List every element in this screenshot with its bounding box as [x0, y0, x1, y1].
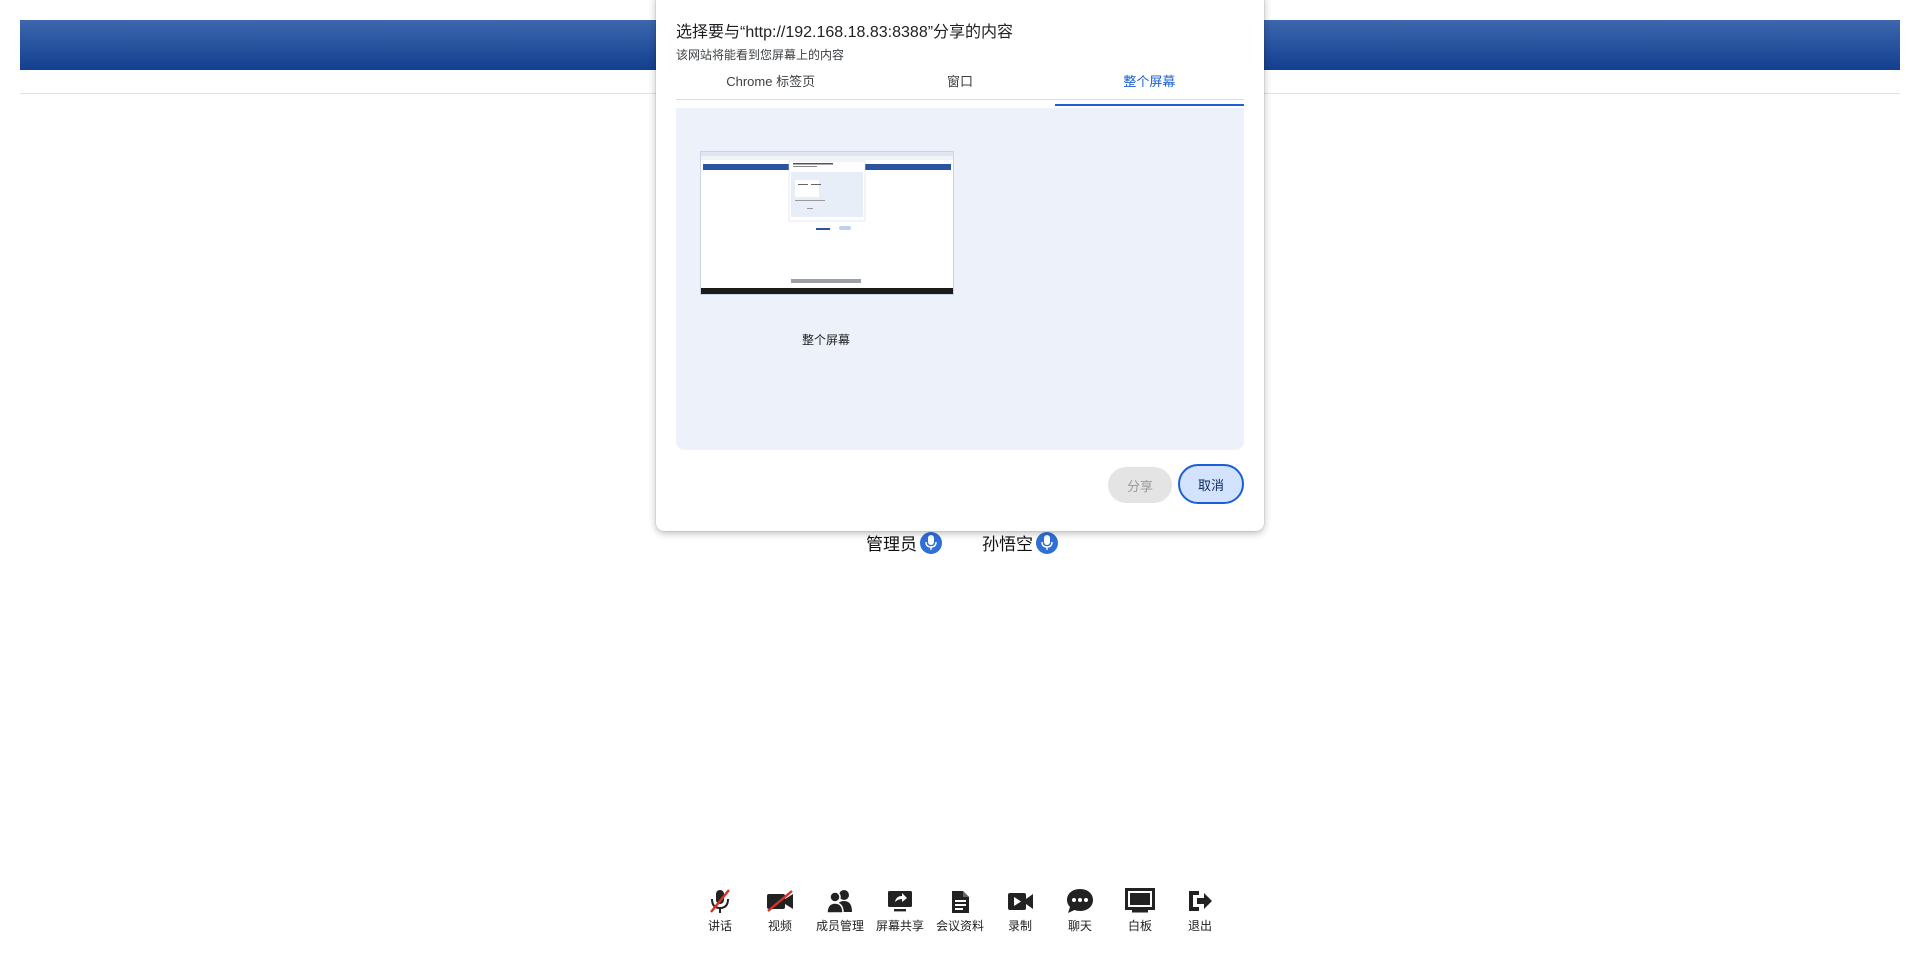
screen-share-button[interactable]: 屏幕共享: [870, 887, 930, 934]
participant-list: 管理员 孙悟空: [866, 530, 1058, 555]
chat-button[interactable]: 聊天: [1050, 887, 1110, 934]
meeting-page: 管理员 孙悟空 讲话 视频 成员管理 屏幕共享 会议资料 录制 聊天 白板 退出…: [0, 0, 1920, 953]
exit-icon: [1185, 887, 1215, 915]
record-label: 录制: [1007, 919, 1032, 933]
participant-name: 孙悟空: [982, 535, 1033, 554]
users-icon: [825, 887, 855, 915]
dialog-title: 选择要与“http://192.168.18.83:8388”分享的内容: [676, 24, 1014, 41]
dialog-subtitle: 该网站将能看到您屏幕上的内容: [676, 48, 845, 62]
record-button[interactable]: 录制: [990, 887, 1050, 934]
tab-window[interactable]: 窗口: [865, 72, 1054, 99]
source-tabs: Chrome 标签页 窗口 整个屏幕: [676, 72, 1245, 106]
chat-label: 聊天: [1067, 919, 1092, 933]
whiteboard-label: 白板: [1127, 919, 1152, 933]
members-label: 成员管理: [815, 919, 864, 933]
whiteboard-button[interactable]: 白板: [1110, 887, 1170, 934]
mic-icon: [1036, 531, 1058, 554]
screen-share-icon: [885, 887, 915, 915]
screen-source-pane: 整个屏幕: [676, 108, 1244, 450]
cancel-button[interactable]: 取消: [1178, 464, 1244, 504]
documents-label: 会议资料: [935, 919, 984, 933]
screen-share-label: 屏幕共享: [875, 919, 924, 933]
share-screen-dialog: 选择要与“http://192.168.18.83:8388”分享的内容 该网站…: [656, 0, 1264, 531]
whiteboard-icon: [1125, 887, 1155, 915]
talk-label: 讲话: [707, 919, 732, 933]
record-icon: [1005, 887, 1035, 915]
share-button[interactable]: 分享: [1108, 467, 1172, 503]
participant-item[interactable]: 管理员: [866, 530, 942, 555]
video-button[interactable]: 视频: [750, 887, 810, 934]
members-button[interactable]: 成员管理: [810, 887, 870, 934]
screen-thumbnail[interactable]: [700, 151, 954, 295]
chat-icon: [1065, 887, 1095, 915]
participant-item[interactable]: 孙悟空: [982, 530, 1058, 555]
mic-icon: [920, 531, 942, 554]
video-label: 视频: [767, 919, 792, 933]
documents-button[interactable]: 会议资料: [930, 887, 990, 934]
exit-button[interactable]: 退出: [1170, 887, 1230, 934]
document-icon: [945, 887, 975, 915]
tab-entire-screen[interactable]: 整个屏幕: [1054, 72, 1245, 106]
mic-muted-icon: [705, 887, 735, 915]
meeting-toolbar: 讲话 视频 成员管理 屏幕共享 会议资料 录制 聊天 白板 退出: [0, 887, 1920, 934]
screen-preview-image: [701, 152, 953, 294]
tab-chrome-tabs[interactable]: Chrome 标签页: [676, 72, 865, 99]
thumbnail-label: 整个屏幕: [801, 333, 850, 347]
exit-label: 退出: [1187, 919, 1212, 933]
video-off-icon: [765, 887, 795, 915]
participant-name: 管理员: [866, 535, 917, 554]
talk-button[interactable]: 讲话: [690, 887, 750, 934]
